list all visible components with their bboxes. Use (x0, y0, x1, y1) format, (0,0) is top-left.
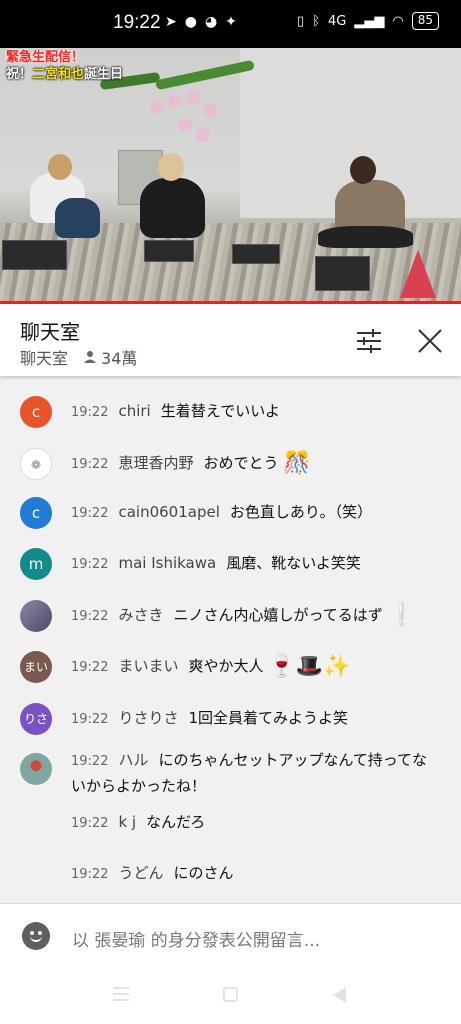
avatar[interactable]: m (20, 548, 52, 580)
bluetooth-icon: ᛒ (312, 13, 321, 29)
message-text: 生着替えでいいよ (160, 402, 280, 420)
chat-mode-label: 聊天室 (20, 349, 69, 368)
chat-input-bar: 以 張晏瑜 的身分發表公開留言... (0, 903, 461, 967)
wifi-icon: ◠ (392, 13, 404, 29)
wine-tophat-sparkles-emoji: 🍷🎩✨ (268, 654, 351, 679)
avatar[interactable] (20, 753, 52, 785)
message-author[interactable]: うどん (118, 864, 163, 882)
status-time: 19:22 (113, 12, 161, 33)
message-author[interactable]: 恵理香内野 (118, 454, 193, 472)
message-text: ニノさん内心嬉しがってるはず (173, 606, 383, 624)
message-author[interactable]: mai Ishikawa (118, 554, 216, 572)
viewer-count-value: 34萬 (101, 349, 138, 368)
message-time: 19:22 (71, 867, 109, 882)
message-author[interactable]: りさりさ (118, 709, 178, 727)
chat-title: 聊天室 (20, 320, 80, 344)
message-time: 19:22 (71, 754, 109, 769)
chat-subtitle-row: 聊天室 34萬 (20, 345, 137, 369)
message-time: 19:22 (71, 609, 109, 624)
filter-settings-icon[interactable] (355, 329, 383, 353)
person-icon (84, 351, 97, 363)
back-icon[interactable] (333, 987, 346, 1003)
chat-message-input[interactable]: 以 張晏瑜 的身分發表公開留言... (72, 926, 320, 951)
notification-icons: ➤ ● ◕ ✦ (165, 14, 237, 30)
message-time: 19:22 (71, 557, 109, 572)
message-time: 19:22 (71, 712, 109, 727)
person-center (140, 178, 205, 238)
avatar[interactable] (20, 600, 52, 632)
video-progress-bar[interactable] (0, 301, 461, 304)
exclamation-emoji: ❕ (387, 603, 415, 628)
message-text: 爽やか大人 (188, 657, 264, 675)
emoji-picker-icon[interactable] (22, 922, 50, 950)
message-author[interactable]: k j (118, 813, 136, 831)
twitter-icon: ✦ (225, 14, 237, 30)
message-time: 19:22 (71, 457, 109, 472)
line-icon: ● (184, 14, 197, 30)
message-text: にのさん (173, 864, 234, 882)
message-author[interactable]: ハル (118, 751, 148, 769)
avatar[interactable]: ❁ (20, 448, 52, 480)
message-author[interactable]: まいまい (118, 657, 178, 675)
telegram-icon: ➤ (165, 14, 177, 30)
avatar[interactable]: c (20, 396, 52, 428)
message-text: お色直しあり。（笑） (229, 503, 373, 521)
viewer-count: 34萬 (82, 345, 137, 369)
close-icon[interactable] (415, 326, 445, 356)
ghost-icon: ◕ (204, 14, 218, 30)
vibrate-icon: ▯ (297, 13, 305, 29)
message-time: 19:22 (71, 660, 109, 675)
recent-apps-icon[interactable] (113, 987, 129, 1001)
signal-icon: ▂▄▆ (354, 13, 385, 29)
avatar[interactable]: りさ (20, 703, 52, 735)
network-label: 4G (328, 13, 347, 29)
chat-header: 聊天室 聊天室 34萬 (0, 304, 461, 376)
navigation-bar (0, 967, 461, 1024)
system-icons: ▯ ᛒ 4G ▂▄▆ ◠ 85 (297, 12, 439, 30)
party-hat (400, 250, 436, 298)
laptop (2, 240, 67, 270)
home-icon[interactable] (223, 987, 238, 1002)
message-author[interactable]: chiri (118, 402, 150, 420)
message-text: 1回全員着てみようよ笑 (188, 709, 349, 727)
overlay-line-2: 祝！二宮和也誕生日 (6, 67, 124, 82)
message-text: 風磨、靴ないよ笑笑 (226, 554, 361, 572)
message-author[interactable]: みさき (118, 606, 163, 624)
status-bar: 19:22 ➤ ● ◕ ✦ ▯ ᛒ 4G ▂▄▆ ◠ 85 (0, 0, 461, 48)
birthday-banner (150, 100, 164, 114)
message-text: なんだろ (146, 813, 206, 831)
confetti-emoji: 🎊 (283, 451, 311, 476)
video-player[interactable] (0, 48, 461, 303)
message-time: 19:22 (71, 506, 109, 521)
video-overlay-caption: 緊急生配信！ 祝！二宮和也誕生日 (6, 49, 123, 83)
overlay-line-1: 緊急生配信！ (6, 50, 85, 65)
message-time: 19:22 (71, 816, 109, 831)
message-time: 19:22 (71, 405, 109, 420)
avatar[interactable]: c (20, 497, 52, 529)
message-text: おめでとう (203, 454, 279, 472)
message-author[interactable]: cain0601apel (118, 503, 219, 521)
avatar[interactable]: まい (20, 651, 52, 683)
chat-message-list[interactable]: c 19:22 chiri 生着替えでいいよ ❁ 19:22 恵理香内野 おめでとう 🎊… (0, 378, 461, 903)
battery-icon: 85 (411, 12, 439, 30)
